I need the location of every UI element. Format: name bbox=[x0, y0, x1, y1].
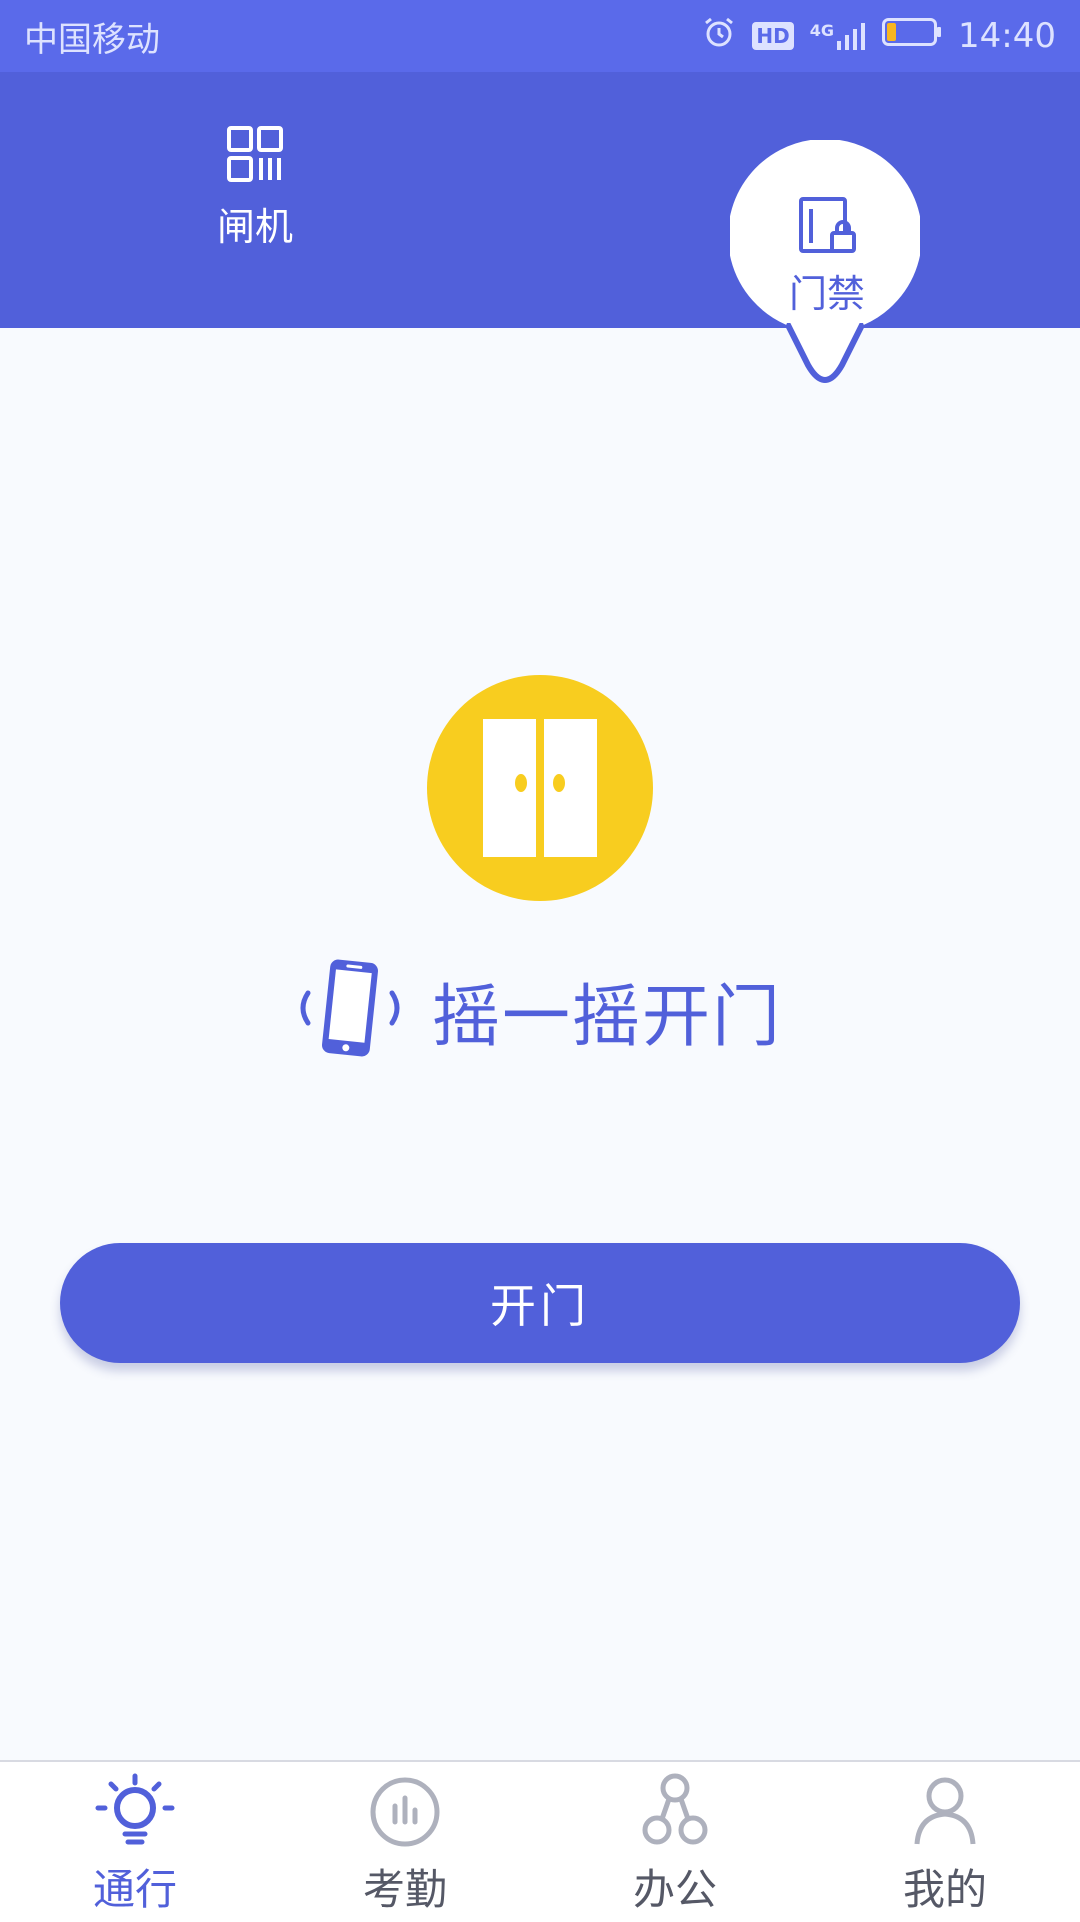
tab-door-access-label: 门禁 bbox=[788, 272, 865, 316]
nav-label: 办公 bbox=[632, 1865, 717, 1914]
qr-code-icon bbox=[225, 126, 285, 188]
hd-label: HD bbox=[756, 24, 790, 48]
tab-gate-label: 闸机 bbox=[216, 205, 293, 249]
lightbulb-icon bbox=[95, 1772, 175, 1852]
status-time: 14:40 bbox=[958, 16, 1056, 56]
shake-text: 摇一摇开门 bbox=[432, 977, 783, 1057]
hd-icon: HD bbox=[752, 22, 794, 50]
alarm-icon bbox=[702, 15, 736, 58]
nav-item-office[interactable]: 办公 bbox=[540, 1762, 810, 1922]
signal-icon: 4G bbox=[810, 21, 866, 51]
door-icon bbox=[427, 675, 653, 901]
tab-door-access[interactable]: 门禁 bbox=[767, 195, 887, 318]
open-door-button[interactable]: 开门 bbox=[60, 1243, 1020, 1363]
door-lock-icon bbox=[796, 197, 858, 261]
bottom-nav: 通行 考勤 办公 我的 bbox=[0, 1760, 1080, 1922]
nav-label: 我的 bbox=[902, 1865, 987, 1914]
nav-label: 通行 bbox=[92, 1865, 177, 1914]
phone-vibrate-icon bbox=[290, 953, 410, 1067]
carrier-name: 中国移动 bbox=[24, 19, 160, 60]
battery-icon bbox=[882, 16, 942, 56]
shake-to-open[interactable]: 摇一摇开门 bbox=[290, 955, 782, 1065]
network-label: 4G bbox=[809, 21, 835, 40]
chart-icon bbox=[365, 1772, 445, 1852]
org-icon bbox=[635, 1772, 715, 1852]
nav-item-mine[interactable]: 我的 bbox=[810, 1762, 1080, 1922]
nav-label: 考勤 bbox=[362, 1865, 447, 1914]
nav-item-pass[interactable]: 通行 bbox=[0, 1762, 270, 1922]
status-bar: 中国移动 HD 4G 14:40 bbox=[0, 0, 1080, 72]
tab-gate[interactable]: 闸机 bbox=[195, 124, 315, 251]
nav-item-attendance[interactable]: 考勤 bbox=[270, 1762, 540, 1922]
person-icon bbox=[905, 1772, 985, 1852]
status-icons: HD 4G 14:40 bbox=[702, 15, 1056, 58]
